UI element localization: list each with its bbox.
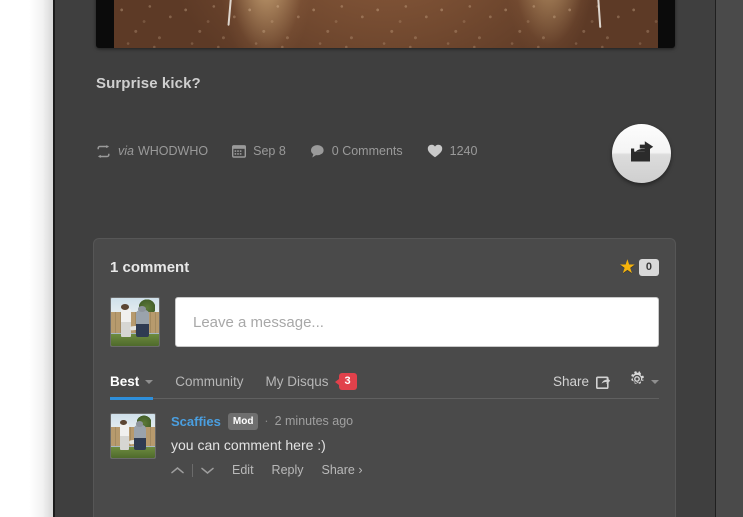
avatar-person-right bbox=[133, 424, 147, 451]
tab-my-disqus-label: My Disqus bbox=[265, 374, 329, 389]
favorite-count-badge: 0 bbox=[638, 258, 659, 276]
favorite-control[interactable]: ★ 0 bbox=[619, 258, 659, 277]
main-content-column: Surprise kick? via WHODWHO Sep 8 0 Comme… bbox=[55, 0, 715, 517]
meta-likes-count: 1240 bbox=[449, 144, 478, 158]
comment-item: Scaffies Mod · 2 minutes ago you can com… bbox=[110, 413, 659, 477]
avatar-person-right bbox=[135, 309, 150, 338]
heart-icon bbox=[427, 144, 443, 158]
avatar-person-left-head bbox=[121, 304, 129, 310]
meta-comments[interactable]: 0 Comments bbox=[310, 144, 403, 158]
avatar-person-left bbox=[119, 422, 130, 451]
avatar-person-right-head bbox=[137, 306, 146, 312]
disqus-panel: 1 comment ★ 0 Leave a message... Best Co… bbox=[93, 238, 676, 517]
comment-body: Scaffies Mod · 2 minutes ago you can com… bbox=[171, 413, 659, 477]
comment-text: you can comment here :) bbox=[171, 437, 326, 453]
comment-reply-link[interactable]: Reply bbox=[272, 463, 304, 477]
tab-my-disqus[interactable]: My Disqus 3 bbox=[266, 365, 357, 399]
share-thread-button[interactable]: Share bbox=[553, 374, 611, 389]
chevron-down-icon bbox=[145, 379, 154, 384]
comment-separator: · bbox=[264, 414, 269, 428]
comment-header: Scaffies Mod · 2 minutes ago bbox=[171, 413, 659, 430]
meta-via-source: WHODWHO bbox=[137, 144, 209, 158]
comment-input[interactable] bbox=[191, 312, 643, 332]
gear-icon bbox=[629, 371, 645, 392]
disqus-settings-button[interactable] bbox=[629, 371, 659, 392]
tab-community[interactable]: Community bbox=[175, 365, 243, 399]
vote-divider bbox=[192, 463, 193, 477]
share-export-icon bbox=[596, 374, 611, 389]
meta-via-label: via bbox=[118, 144, 134, 158]
meta-likes[interactable]: 1240 bbox=[427, 144, 478, 158]
comment-composer bbox=[110, 297, 659, 347]
page-root: Surprise kick? via WHODWHO Sep 8 0 Comme… bbox=[0, 0, 743, 517]
speech-bubble-icon bbox=[310, 144, 325, 158]
tab-best-label: Best bbox=[110, 374, 140, 389]
disqus-header: 1 comment ★ 0 bbox=[110, 239, 659, 295]
share-post-button[interactable] bbox=[612, 124, 671, 183]
meta-date-label: Sep 8 bbox=[253, 144, 286, 158]
comment-share-link[interactable]: Share › bbox=[322, 463, 363, 477]
meta-comments-label: 0 Comments bbox=[331, 144, 403, 158]
disqus-tools: Share bbox=[553, 371, 659, 392]
post-hero-image[interactable] bbox=[96, 0, 675, 48]
my-disqus-badge: 3 bbox=[334, 373, 357, 390]
comment-vote-group bbox=[171, 463, 214, 477]
meta-date: Sep 8 bbox=[232, 144, 286, 158]
page-right-rail bbox=[716, 0, 743, 517]
avatar-person-right-head bbox=[135, 421, 143, 427]
tab-community-label: Community bbox=[175, 374, 244, 389]
meta-via[interactable]: via WHODWHO bbox=[96, 144, 208, 158]
page-left-gutter bbox=[0, 0, 53, 517]
upvote-icon[interactable] bbox=[171, 466, 184, 475]
share-export-icon bbox=[628, 139, 655, 169]
avatar-grass bbox=[111, 446, 155, 458]
comment-author-name[interactable]: Scaffies bbox=[171, 414, 221, 429]
comment-author-avatar[interactable] bbox=[110, 413, 156, 459]
comment-actions: Edit Reply Share › bbox=[171, 463, 659, 477]
downvote-icon[interactable] bbox=[201, 466, 214, 475]
calendar-icon bbox=[232, 144, 247, 158]
horse-photo bbox=[114, 0, 658, 48]
post-meta-row: via WHODWHO Sep 8 0 Comments 1240 bbox=[96, 144, 501, 158]
post-title: Surprise kick? bbox=[96, 75, 201, 92]
share-thread-label: Share bbox=[552, 374, 589, 389]
comment-edit-link[interactable]: Edit bbox=[232, 463, 254, 477]
tab-best[interactable]: Best bbox=[110, 365, 154, 400]
comment-timestamp[interactable]: 2 minutes ago bbox=[275, 414, 354, 429]
reblog-icon bbox=[96, 144, 111, 158]
comment-count-label: 1 comment bbox=[110, 258, 190, 276]
avatar-person-left bbox=[120, 307, 132, 338]
disqus-tabs-row: Best Community My Disqus 3 Share bbox=[110, 365, 659, 400]
comment-input-box[interactable] bbox=[175, 297, 659, 347]
disqus-tabs: Best Community My Disqus 3 bbox=[110, 365, 379, 400]
avatar-grass bbox=[111, 333, 159, 346]
chevron-down-icon bbox=[651, 379, 659, 384]
star-icon[interactable]: ★ bbox=[619, 258, 636, 277]
photo-texture bbox=[114, 0, 658, 48]
moderator-badge: Mod bbox=[227, 413, 259, 430]
current-user-avatar[interactable] bbox=[110, 297, 160, 347]
